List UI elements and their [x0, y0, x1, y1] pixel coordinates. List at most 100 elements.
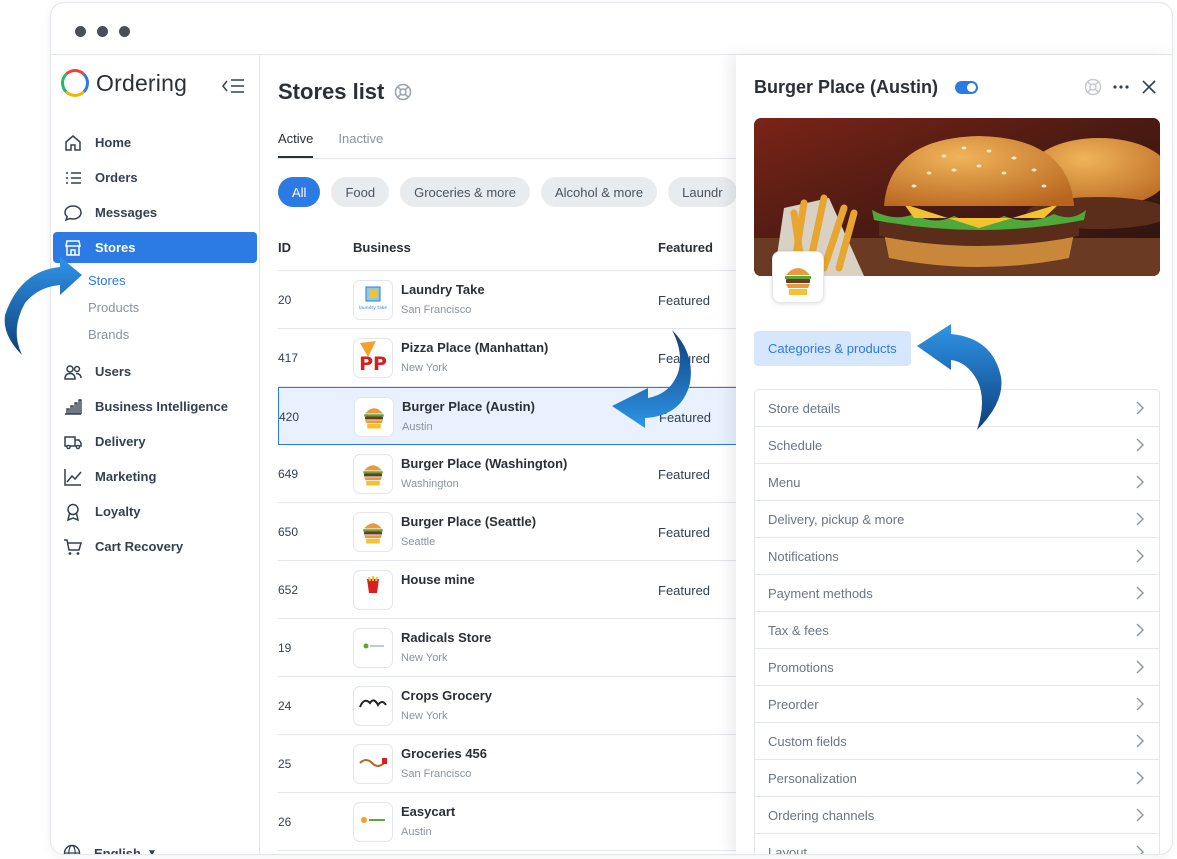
chip-food[interactable]: Food: [331, 177, 390, 207]
store-name: Burger Place (Washington): [401, 456, 568, 471]
store-name: Crops Grocery: [401, 688, 493, 703]
sidebar-item-cart-recovery[interactable]: Cart Recovery: [53, 531, 257, 562]
sidebar-item-marketing[interactable]: Marketing: [53, 461, 257, 492]
caret-down-icon: ▼: [146, 847, 157, 855]
sidebar-item-loyalty[interactable]: Loyalty: [53, 496, 257, 527]
chip-laundry[interactable]: Laundr: [668, 177, 736, 207]
close-icon[interactable]: [1140, 78, 1158, 96]
categories-products-button[interactable]: Categories & products: [754, 331, 911, 366]
settings-menu-label: Tax & fees: [768, 622, 829, 638]
column-business: Business: [353, 240, 411, 255]
language-selector[interactable]: English ▼: [63, 844, 157, 855]
sidebar-item-label: Users: [95, 364, 132, 379]
settings-menu-item[interactable]: Payment methods: [755, 575, 1159, 612]
settings-menu-item[interactable]: Custom fields: [755, 723, 1159, 760]
sidebar-item-messages[interactable]: Messages: [53, 197, 257, 228]
tab-inactive[interactable]: Inactive: [338, 129, 383, 158]
store-name: Laundry Take: [401, 282, 485, 297]
help-lifebuoy-icon[interactable]: [1084, 78, 1102, 96]
store-settings-menu: Store details Schedule Menu Delivery, picku…: [754, 389, 1160, 854]
tab-active[interactable]: Active: [278, 129, 314, 158]
table-row[interactable]: 649 Burger Place (Washington) Washington Fe…: [278, 445, 736, 503]
settings-menu-item[interactable]: Personalization: [755, 760, 1159, 797]
svg-text:laundry take: laundry take: [359, 305, 387, 311]
settings-menu-label: Promotions: [768, 659, 834, 675]
settings-menu-label: Preorder: [768, 696, 819, 712]
store-id: 650: [278, 525, 299, 539]
store-logo: [353, 686, 393, 726]
settings-menu-item[interactable]: Ordering channels: [755, 797, 1159, 834]
sidebar-item-home[interactable]: Home: [53, 127, 257, 158]
store-logo: [353, 570, 393, 610]
table-row[interactable]: 24 Crops Grocery New York: [278, 677, 736, 735]
window-titlebar: [51, 3, 1172, 55]
store-logo: [772, 251, 824, 303]
store-logo: [353, 454, 393, 494]
chip-groceries[interactable]: Groceries & more: [400, 177, 530, 207]
chip-all[interactable]: All: [278, 177, 321, 207]
window-dot-2[interactable]: [97, 26, 108, 37]
chevron-right-icon: [1136, 438, 1144, 452]
table-row[interactable]: 650 Burger Place (Seattle) Seattle Featured: [278, 503, 736, 561]
line-chart-icon: [64, 468, 82, 486]
truck-icon: [64, 435, 82, 449]
more-options-icon[interactable]: [1112, 78, 1130, 96]
table-header: ID Business Featured: [278, 233, 736, 271]
store-logo: [353, 628, 393, 668]
window-dot-1[interactable]: [75, 26, 86, 37]
store-city: Washington: [401, 478, 459, 490]
sidebar-item-label: Messages: [95, 205, 158, 220]
settings-menu-label: Ordering channels: [768, 807, 875, 823]
table-row[interactable]: 26 Easycart Austin: [278, 793, 736, 851]
settings-menu-item[interactable]: Tax & fees: [755, 612, 1159, 649]
settings-menu-item[interactable]: Layout: [755, 834, 1159, 854]
settings-menu-item[interactable]: Promotions: [755, 649, 1159, 686]
help-lifebuoy-icon[interactable]: [394, 83, 412, 101]
store-id: 420: [279, 410, 300, 424]
store-name: Pizza Place (Manhattan): [401, 340, 549, 355]
brand-name: Ordering: [96, 69, 188, 96]
sidebar-item-business-intelligence[interactable]: Business Intelligence: [53, 391, 257, 422]
settings-menu-item[interactable]: Preorder: [755, 686, 1159, 723]
burger-logo-icon: [358, 457, 388, 492]
sidebar-item-delivery[interactable]: Delivery: [53, 426, 257, 457]
table-row[interactable]: 652 House mine Featured: [278, 561, 736, 619]
table-row[interactable]: 19 Radicals Store New York: [278, 619, 736, 677]
chip-alcohol[interactable]: Alcohol & more: [540, 177, 658, 207]
chevron-right-icon: [1136, 845, 1144, 854]
store-id: 649: [278, 467, 299, 481]
sidebar-item-label: Cart Recovery: [95, 539, 184, 554]
settings-menu-item[interactable]: Menu: [755, 464, 1159, 501]
settings-menu-item[interactable]: Delivery, pickup & more: [755, 501, 1159, 538]
featured-label: Featured: [658, 467, 711, 482]
store-name: Easycart: [401, 804, 456, 819]
store-id: 20: [278, 293, 292, 307]
settings-menu-label: Payment methods: [768, 585, 873, 601]
store-city: Seattle: [401, 536, 436, 548]
category-filter-chips: All Food Groceries & more Alcohol & more…: [278, 177, 736, 207]
brand-logo[interactable]: Ordering: [61, 69, 187, 97]
status-tabs: Active Inactive: [278, 129, 736, 159]
settings-menu-label: Delivery, pickup & more: [768, 511, 905, 527]
sidebar-item-users[interactable]: Users: [53, 356, 257, 387]
settings-menu-item[interactable]: Notifications: [755, 538, 1159, 575]
settings-menu-label: Schedule: [768, 437, 823, 453]
store-id: 652: [278, 583, 299, 597]
featured-label: Featured: [658, 525, 711, 540]
store-enabled-toggle[interactable]: [955, 81, 978, 94]
table-row[interactable]: 25 Groceries 456 San Francisco: [278, 735, 736, 793]
store-city: Austin: [402, 421, 433, 433]
window-dot-3[interactable]: [119, 26, 130, 37]
sidebar-item-label: Business Intelligence: [95, 399, 228, 414]
settings-menu-item[interactable]: Schedule: [755, 427, 1159, 464]
table-row[interactable]: 20 laundry take Laundry Take San Francisco F…: [278, 271, 736, 329]
collapse-sidebar-icon[interactable]: [221, 77, 245, 95]
column-featured: Featured: [658, 240, 713, 255]
svg-text:PP: PP: [359, 353, 387, 375]
store-name: House mine: [401, 572, 475, 587]
burger-logo-icon: [359, 400, 389, 435]
pizza-logo-icon: PP: [354, 339, 392, 377]
store-name: Groceries 456: [401, 746, 488, 761]
store-logo: [353, 802, 393, 842]
sidebar-item-orders[interactable]: Orders: [53, 162, 257, 193]
